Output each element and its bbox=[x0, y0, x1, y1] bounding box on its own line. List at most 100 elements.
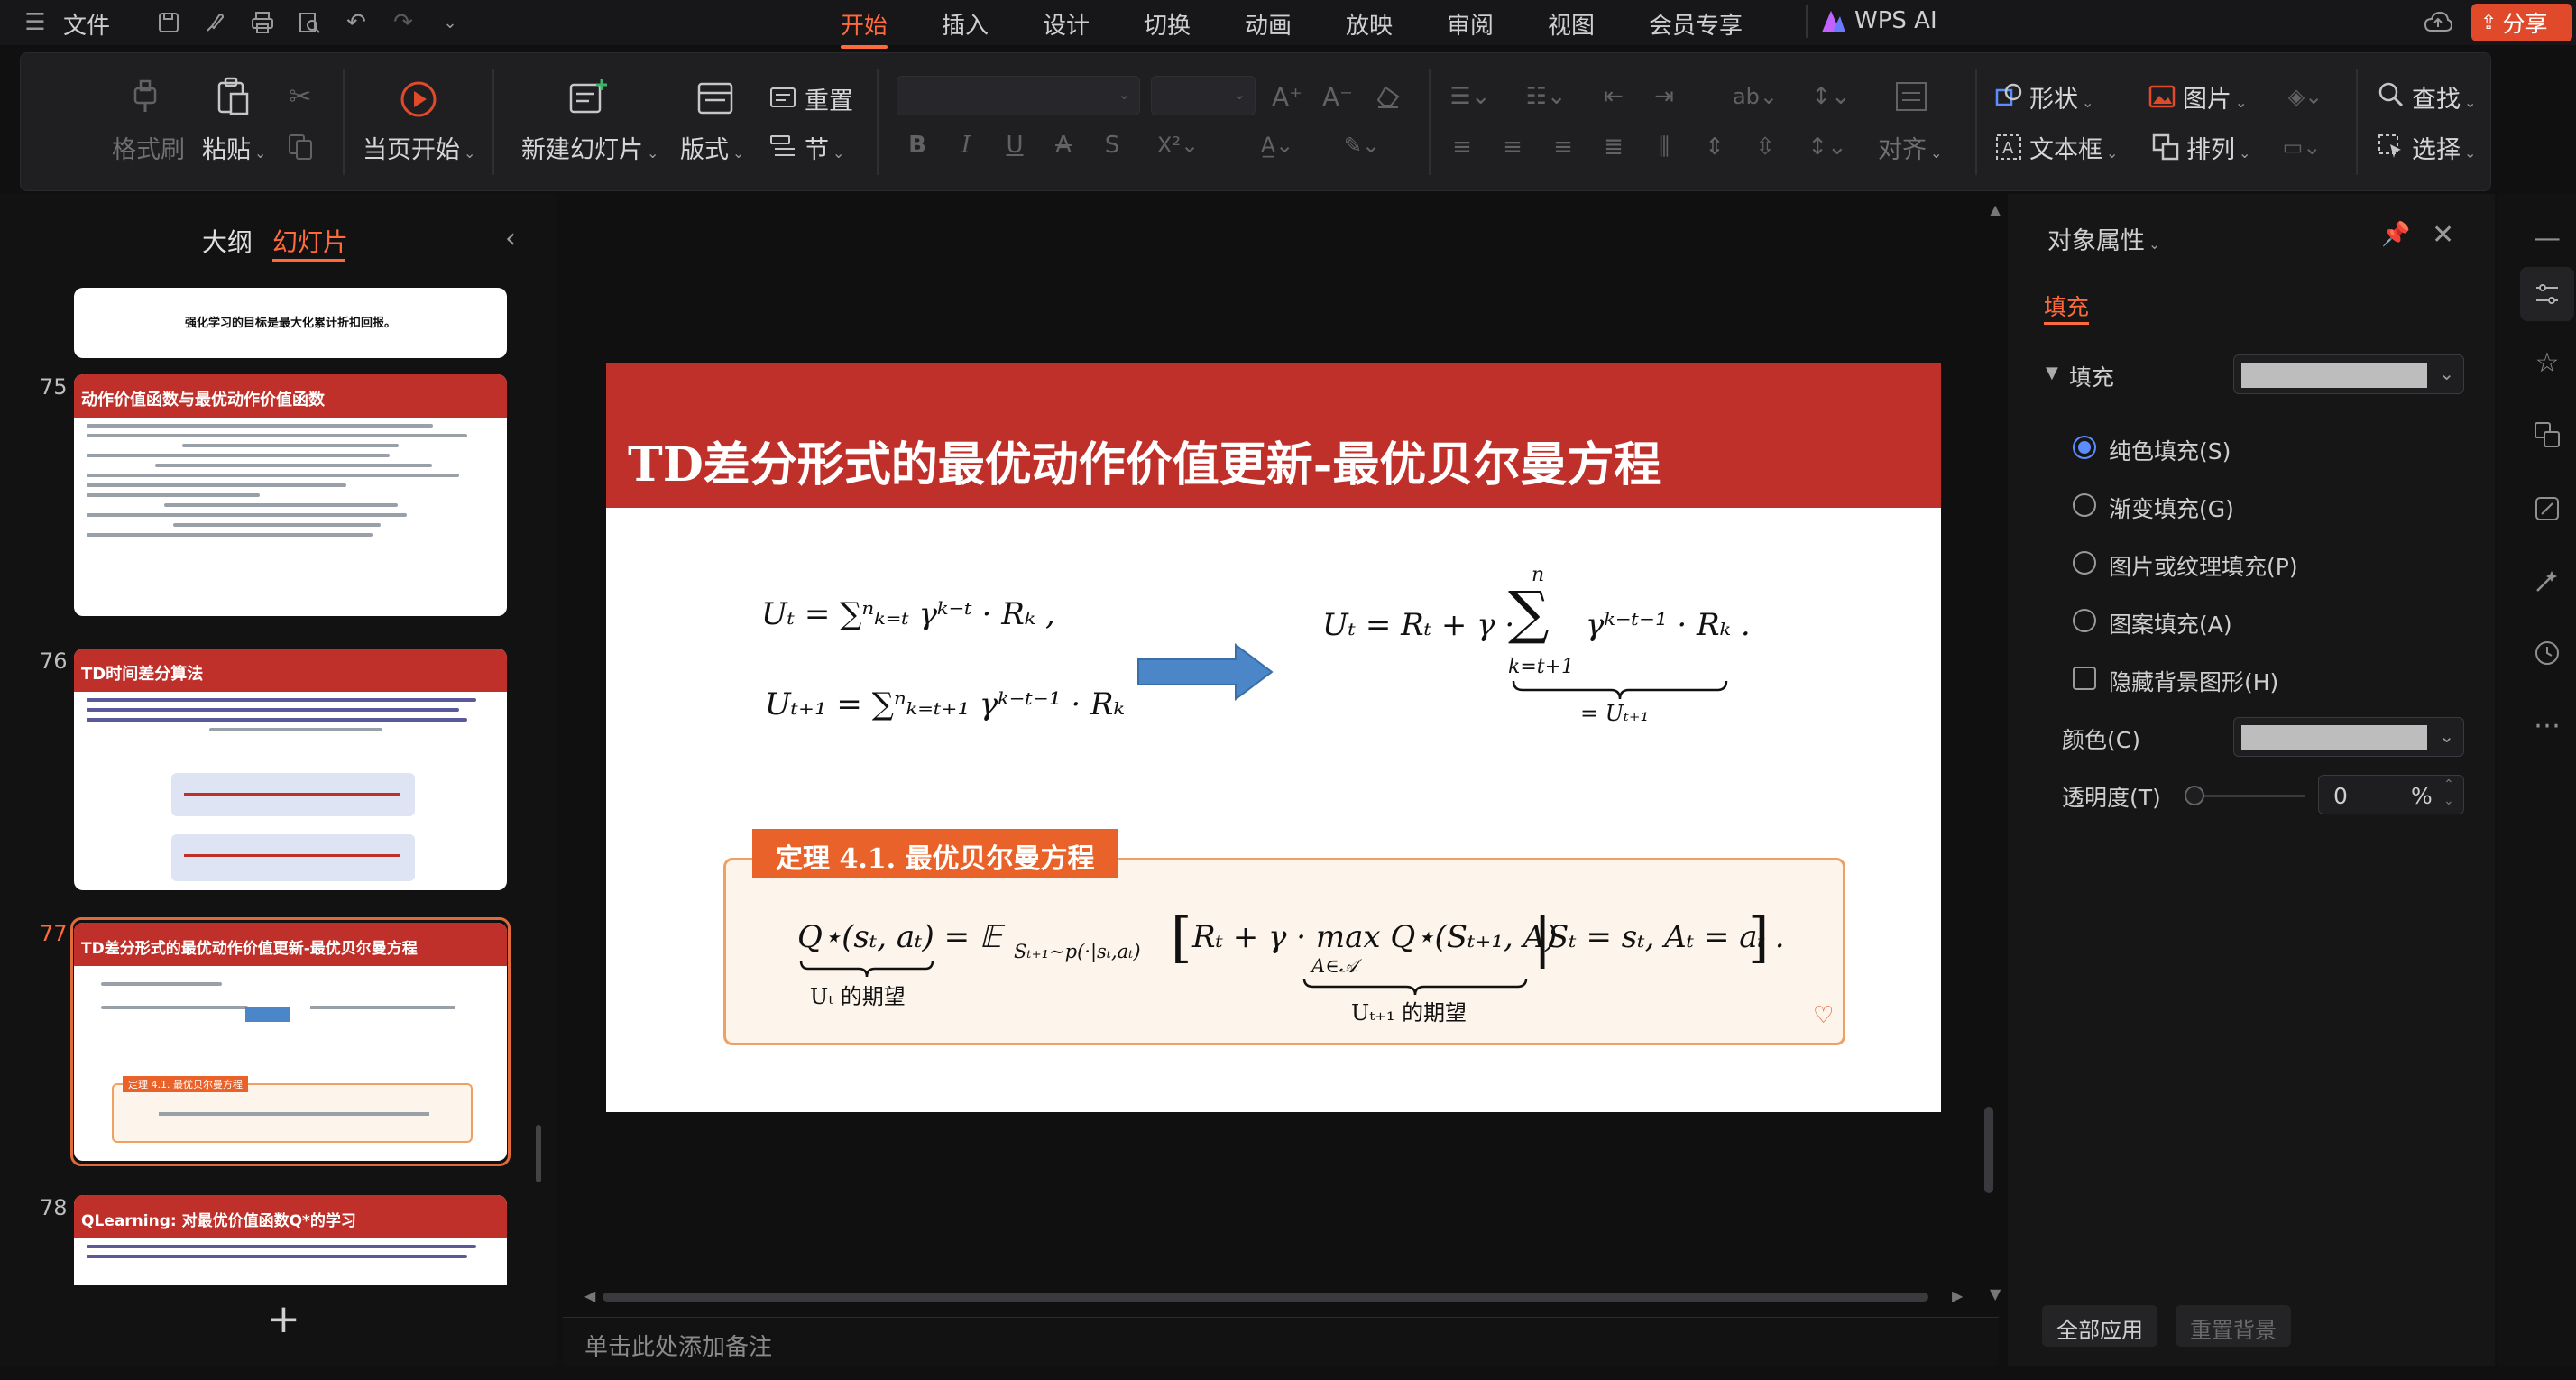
quick-access-more-icon[interactable]: ⌄ bbox=[435, 7, 465, 38]
find-button[interactable]: 查找 ⌄ bbox=[2412, 79, 2476, 115]
slide-thumbnail-77[interactable]: TD差分形式的最优动作价值更新-最优贝尔曼方程 定理 4.1. 最优贝尔曼方程 bbox=[74, 923, 507, 1161]
gradient-fill-radio[interactable] bbox=[2073, 493, 2096, 517]
beautify-icon[interactable] bbox=[2531, 492, 2563, 525]
clear-format-icon[interactable] bbox=[1371, 79, 1405, 114]
slide[interactable]: TD差分形式的最优动作价值更新-最优贝尔曼方程 Uₜ = ∑ⁿₖ₌ₜ γᵏ⁻ᵗ … bbox=[606, 363, 1941, 1112]
textbox-button[interactable]: 文本框 ⌄ bbox=[2029, 130, 2118, 165]
align-left-icon[interactable]: ≡ bbox=[1447, 132, 1477, 162]
bellman-equation-lhs[interactable]: Q⋆(sₜ, aₜ) = 𝔼 bbox=[797, 919, 1002, 955]
picture-fill-radio[interactable] bbox=[2073, 551, 2096, 575]
align-button[interactable]: 对齐 ⌄ bbox=[1878, 130, 1942, 165]
option-label[interactable]: 图片或纹理填充(P) bbox=[2109, 549, 2298, 582]
italic-icon[interactable]: I bbox=[951, 130, 981, 161]
vertical-scrollbar[interactable] bbox=[1984, 1107, 1993, 1193]
hide-background-checkbox[interactable] bbox=[2073, 667, 2096, 690]
share-button[interactable]: ⇪ 分享 bbox=[2471, 4, 2572, 41]
transparency-input[interactable]: 0 % ⌃ ⌄ bbox=[2318, 775, 2464, 814]
paste-icon[interactable] bbox=[213, 76, 253, 115]
save-icon[interactable] bbox=[153, 7, 184, 38]
redo-icon[interactable]: ↷ bbox=[388, 7, 419, 38]
theorem-label[interactable]: 定理 4.1. 最优贝尔曼方程 bbox=[752, 829, 1118, 878]
star-icon[interactable]: ☆ bbox=[2531, 346, 2563, 379]
align-center-icon[interactable]: ≡ bbox=[1497, 132, 1528, 162]
cut-icon[interactable]: ✂ bbox=[285, 81, 316, 113]
pattern-fill-radio[interactable] bbox=[2073, 609, 2096, 632]
select-icon[interactable] bbox=[2376, 132, 2406, 162]
increase-indent-icon[interactable]: ⇥ bbox=[1649, 81, 1679, 112]
decrease-font-icon[interactable]: A⁻ bbox=[1320, 79, 1355, 114]
add-slide-button[interactable]: + bbox=[267, 1296, 300, 1342]
spinner-up-icon[interactable]: ⌃ bbox=[2443, 777, 2454, 792]
shape-button[interactable]: 形状 ⌄ bbox=[2029, 79, 2093, 115]
arrange-icon[interactable] bbox=[2150, 132, 2181, 162]
numbered-list-icon[interactable]: ☷⌄ bbox=[1523, 81, 1569, 112]
spinner-down-icon[interactable]: ⌄ bbox=[2443, 794, 2454, 808]
notes-area[interactable]: 单击此处添加备注 bbox=[563, 1317, 1999, 1366]
align-text-icon[interactable] bbox=[1891, 79, 1932, 114]
select-button[interactable]: 选择 ⌄ bbox=[2412, 130, 2476, 165]
search-icon[interactable] bbox=[2376, 79, 2406, 110]
print-icon[interactable] bbox=[247, 7, 278, 38]
option-label[interactable]: 纯色填充(S) bbox=[2109, 434, 2231, 466]
paste-label[interactable]: 粘贴 ⌄ bbox=[202, 130, 266, 165]
tab-outline[interactable]: 大纲 bbox=[202, 223, 253, 259]
decrease-indent-icon[interactable]: ⇤ bbox=[1598, 81, 1629, 112]
equation-ut1[interactable]: Uₜ₊₁ = ∑ⁿₖ₌ₜ₊₁ γᵏ⁻ᵗ⁻¹ · Rₖ bbox=[765, 686, 1125, 722]
scroll-down-icon[interactable]: ▼ bbox=[1990, 1285, 2001, 1302]
collapse-panel-icon[interactable]: ‹ bbox=[505, 223, 516, 254]
spacing-options-icon[interactable]: ↕⌄ bbox=[1804, 132, 1851, 162]
notes-placeholder[interactable]: 单击此处添加备注 bbox=[584, 1329, 772, 1362]
tab-slides[interactable]: 幻灯片 bbox=[272, 223, 348, 259]
paragraph-spacing-icon[interactable]: ⇳ bbox=[1750, 132, 1780, 162]
transparency-slider-track[interactable] bbox=[2188, 795, 2305, 797]
option-label[interactable]: 渐变填充(G) bbox=[2109, 492, 2234, 524]
line-spacing-icon[interactable]: ⇕ bbox=[1699, 132, 1730, 162]
bullet-list-icon[interactable]: ☰⌄ bbox=[1447, 81, 1494, 112]
apply-all-button[interactable]: 全部应用 bbox=[2042, 1305, 2157, 1347]
print-preview-icon[interactable] bbox=[294, 7, 325, 38]
undo-icon[interactable]: ↶ bbox=[341, 7, 372, 38]
minimize-icon[interactable]: — bbox=[2531, 222, 2563, 254]
thumbnail-scrollbar[interactable] bbox=[536, 1125, 541, 1182]
highlight-color-icon[interactable]: ✎⌄ bbox=[1337, 130, 1387, 161]
replace-icon[interactable] bbox=[2531, 419, 2563, 451]
hamburger-menu-icon[interactable]: ☰ bbox=[20, 7, 51, 38]
fill-color-picker[interactable]: ⌄ bbox=[2233, 354, 2464, 394]
tab-fill[interactable]: 填充 bbox=[2044, 290, 2089, 322]
textbox-icon[interactable]: A bbox=[1993, 132, 2024, 162]
justify-icon[interactable]: ≣ bbox=[1598, 132, 1629, 162]
underline-icon[interactable]: U bbox=[999, 130, 1030, 161]
superscript-icon[interactable]: X²⌄ bbox=[1153, 130, 1203, 161]
scroll-up-icon[interactable]: ▲ bbox=[1990, 201, 2001, 218]
slide-thumbnail-78[interactable]: QLearning: 对最优价值函数Q*的学习 bbox=[74, 1195, 507, 1285]
copy-icon[interactable] bbox=[285, 132, 316, 162]
font-family-select[interactable]: ⌄ bbox=[897, 76, 1140, 115]
section-button[interactable]: 节 ⌄ bbox=[805, 130, 844, 165]
properties-sliders-icon[interactable] bbox=[2531, 278, 2563, 310]
format-painter-label[interactable]: 格式刷 bbox=[112, 130, 185, 165]
slide-thumbnail-74[interactable]: 强化学习的目标是最大化累计折扣回报。 bbox=[74, 288, 507, 358]
file-menu[interactable]: 文件 bbox=[63, 7, 110, 41]
brush-icon[interactable] bbox=[200, 7, 231, 38]
font-color-icon[interactable]: A̲⌄ bbox=[1252, 130, 1302, 161]
right-arrow-shape[interactable] bbox=[1136, 643, 1275, 701]
new-slide-button[interactable]: 新建幻灯片 ⌄ bbox=[521, 130, 658, 165]
font-size-select[interactable]: ⌄ bbox=[1151, 76, 1256, 115]
start-from-current-button[interactable]: 当页开始 ⌄ bbox=[363, 130, 475, 165]
arrange-button[interactable]: 排列 ⌄ bbox=[2186, 130, 2250, 165]
layout-button[interactable]: 版式 ⌄ bbox=[680, 130, 744, 165]
fill-color-icon[interactable]: ◈⌄ bbox=[2282, 81, 2329, 112]
solid-fill-radio[interactable] bbox=[2073, 436, 2096, 459]
picture-button[interactable]: 图片 ⌄ bbox=[2183, 79, 2247, 115]
section-icon[interactable] bbox=[768, 132, 797, 161]
horizontal-scrollbar[interactable] bbox=[603, 1293, 1928, 1302]
wps-ai-button[interactable]: WPS AI bbox=[1854, 7, 1937, 34]
slide-thumbnail-75[interactable]: 动作价值函数与最优动作价值函数 bbox=[74, 374, 507, 616]
pin-icon[interactable]: 📌 bbox=[2381, 221, 2410, 248]
play-from-current-icon[interactable] bbox=[397, 78, 440, 121]
transparency-slider-thumb[interactable] bbox=[2185, 786, 2204, 805]
reset-background-button[interactable]: 重置背景 bbox=[2176, 1305, 2291, 1347]
outline-color-icon[interactable]: ▭⌄ bbox=[2278, 132, 2325, 162]
scroll-left-icon[interactable]: ◀ bbox=[584, 1287, 595, 1304]
increase-font-icon[interactable]: A⁺ bbox=[1270, 79, 1304, 114]
